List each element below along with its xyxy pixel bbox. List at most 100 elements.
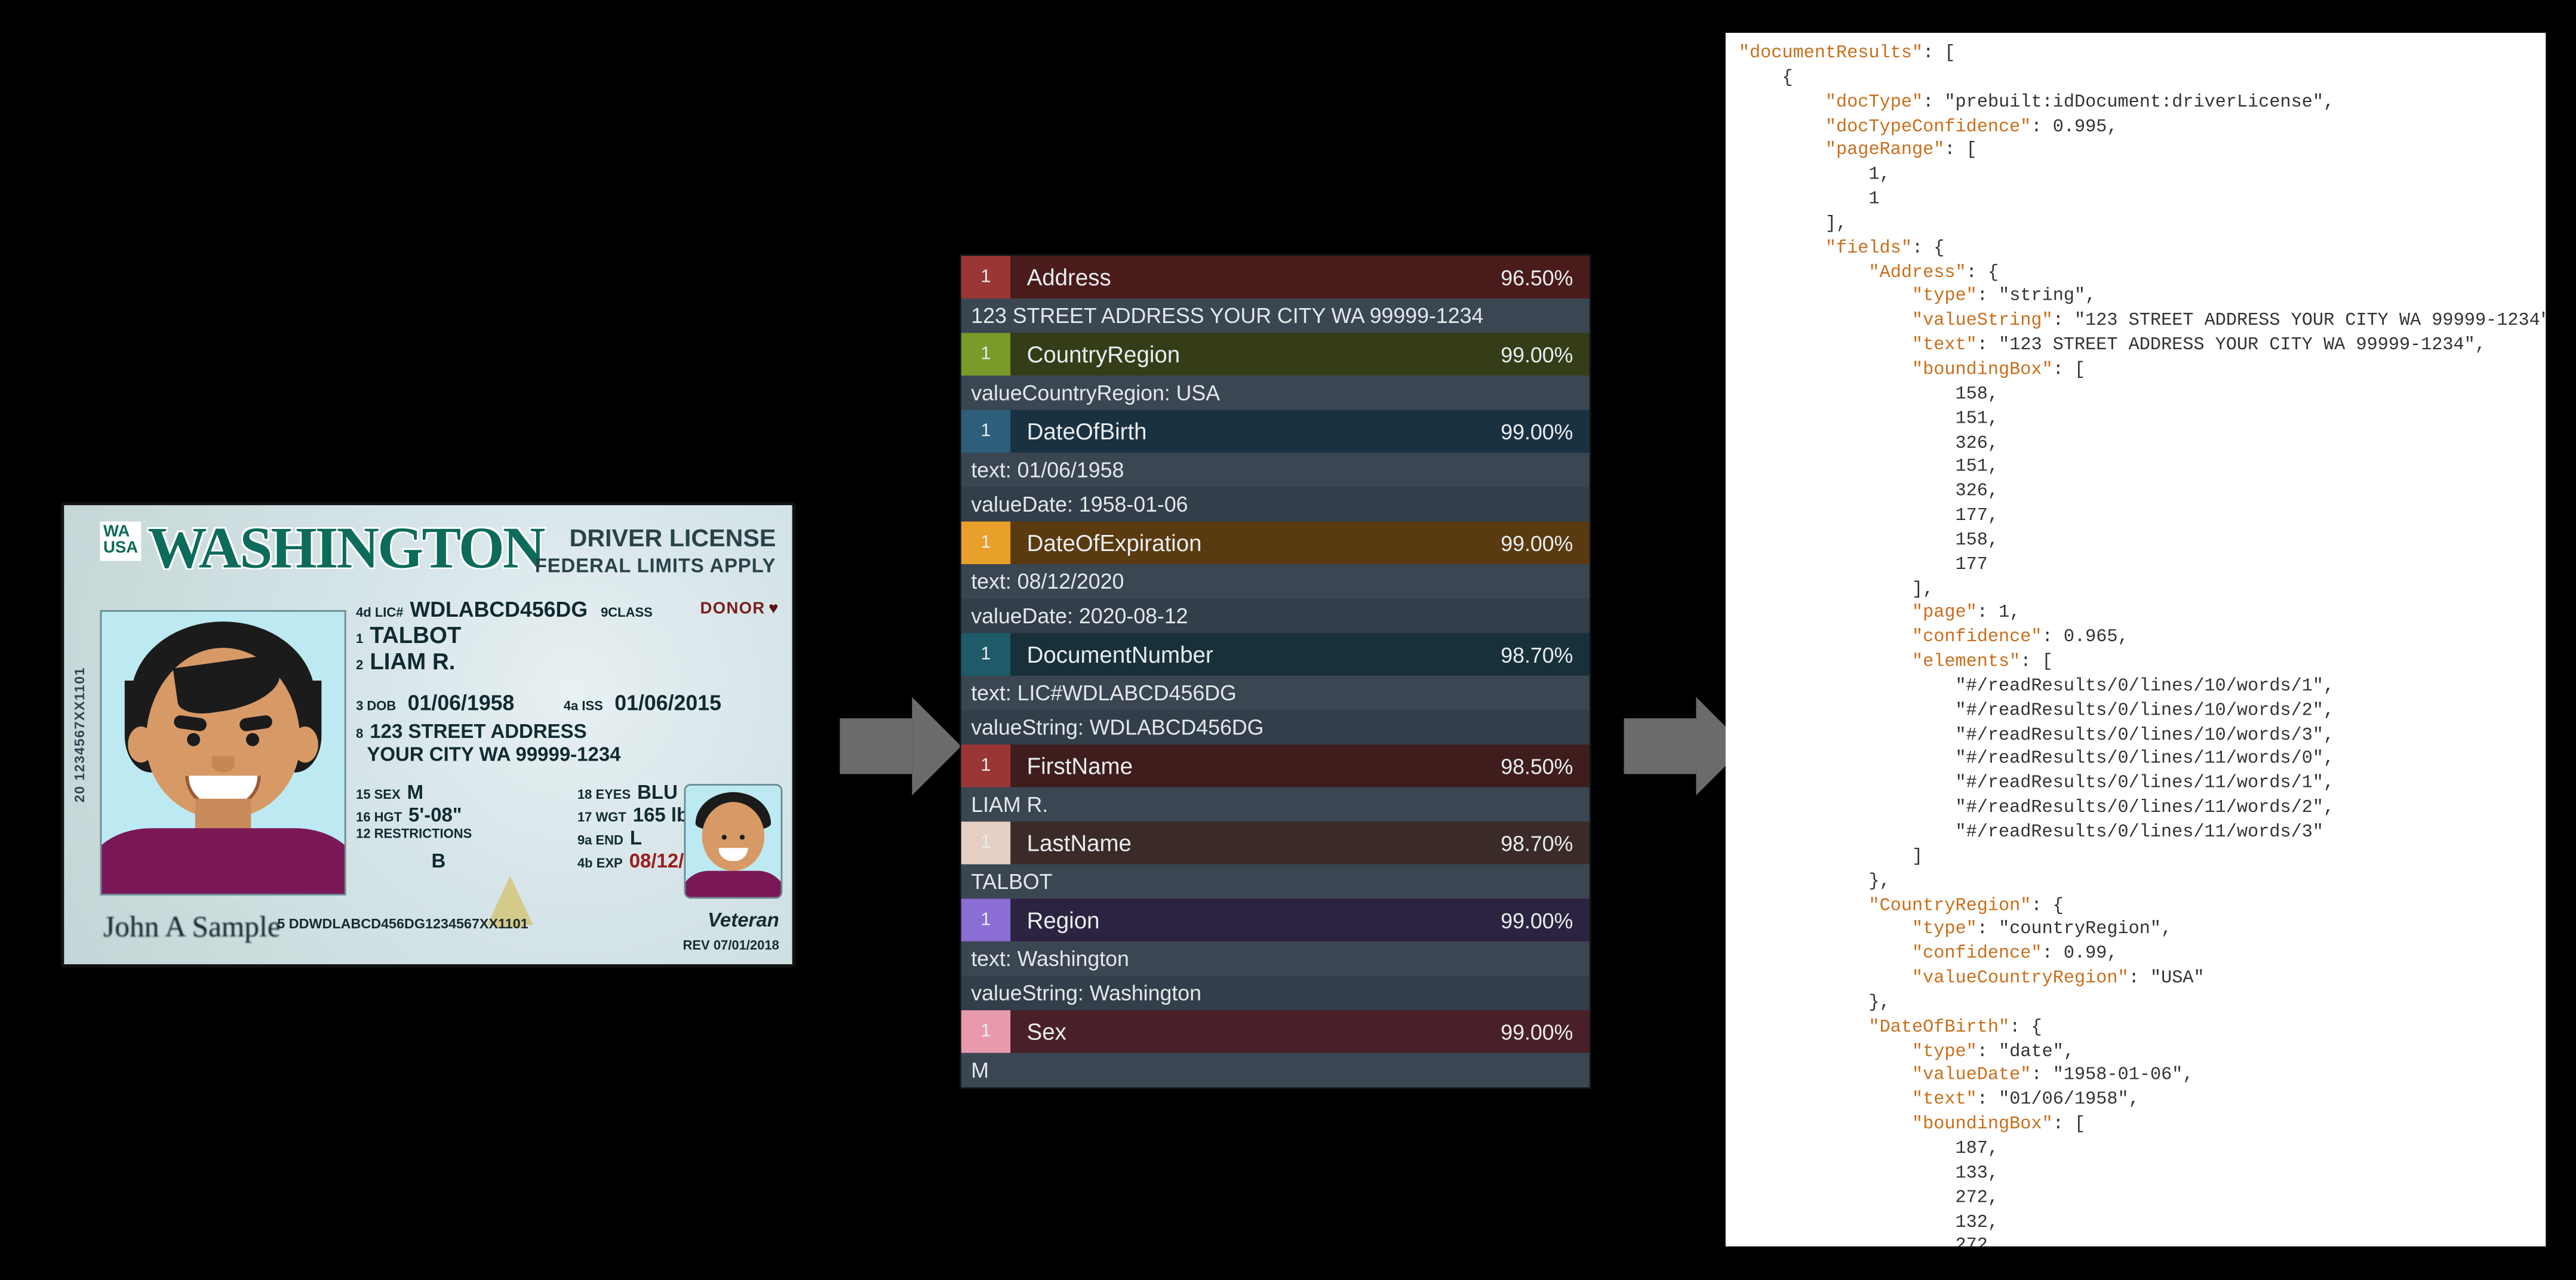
result-count-badge: 1: [961, 821, 1010, 864]
result-field-value: valueString: WDLABCD456DG: [961, 710, 1590, 744]
result-field: 1DateOfBirth99.00%text: 01/06/1958valueD…: [961, 410, 1590, 522]
result-field-name: DocumentNumber: [1010, 633, 1461, 675]
dl-lastname: TALBOT: [370, 621, 461, 648]
result-field-header[interactable]: 1DocumentNumber98.70%: [961, 633, 1590, 675]
result-confidence: 99.00%: [1462, 899, 1590, 941]
dl-state-name: WASHINGTON: [148, 522, 544, 575]
result-field-value: text: 01/06/1958: [961, 453, 1590, 487]
dl-doc-label: DRIVER LICENSE: [570, 525, 776, 553]
dl-rest-tag: 12 RESTRICTIONS: [356, 826, 472, 841]
result-field-value: TALBOT: [961, 864, 1590, 899]
dl-addr-tag: 8: [356, 727, 363, 741]
result-confidence: 98.50%: [1462, 744, 1590, 787]
result-field-header[interactable]: 1DateOfBirth99.00%: [961, 410, 1590, 453]
result-field-header[interactable]: 1CountryRegion99.00%: [961, 333, 1590, 376]
dl-dob-tag: 3 DOB: [356, 699, 396, 713]
dl-fed-limits: FEDERAL LIMITS APPLY: [535, 554, 776, 577]
arrow-right-icon: [840, 697, 961, 795]
dl-end-tag: 9a END: [577, 832, 623, 847]
json-output-panel: "documentResults": [ { "docType": "prebu…: [1726, 33, 2546, 1247]
driver-license-card: 20 1234567XX1101 WA USA WASHINGTON DRIVE…: [61, 502, 796, 968]
result-confidence: 98.70%: [1462, 633, 1590, 675]
dl-side-serial: 20 1234567XX1101: [64, 505, 93, 964]
dl-sex-tag: 15 SEX: [356, 786, 401, 801]
result-field-value: valueDate: 2020-08-12: [961, 599, 1590, 633]
result-field-value: text: 08/12/2020: [961, 564, 1590, 599]
result-field-value: valueString: Washington: [961, 976, 1590, 1010]
dl-photo: [100, 610, 346, 896]
dl-addr2: YOUR CITY WA 99999-1234: [367, 743, 620, 765]
dl-sex: M: [407, 780, 423, 802]
dl-exp-tag: 4b EXP: [577, 856, 623, 870]
dl-dob: 01/06/1958: [408, 690, 515, 715]
dl-veteran: Veteran: [708, 909, 779, 931]
result-field-value: valueCountryRegion: USA: [961, 376, 1590, 410]
result-field-value: M: [961, 1053, 1590, 1088]
result-field: 1FirstName98.50%LIAM R.: [961, 744, 1590, 821]
result-count-badge: 1: [961, 633, 1010, 675]
result-field: 1DocumentNumber98.70%text: LIC#WDLABCD45…: [961, 633, 1590, 744]
result-confidence: 96.50%: [1462, 256, 1590, 299]
result-field-header[interactable]: 1DateOfExpiration99.00%: [961, 522, 1590, 564]
dl-wgt: 165 lb: [633, 803, 688, 826]
dl-end: L: [630, 826, 642, 848]
result-confidence: 99.00%: [1462, 333, 1590, 376]
result-count-badge: 1: [961, 522, 1010, 564]
result-field: 1Address96.50%123 STREET ADDRESS YOUR CI…: [961, 256, 1590, 333]
dl-wgt-tag: 17 WGT: [577, 810, 626, 824]
result-confidence: 99.00%: [1462, 522, 1590, 564]
dl-iss: 01/06/2015: [614, 690, 721, 715]
dl-lic-tag: 4d LIC#: [356, 605, 403, 620]
dl-hgt: 5'-08": [408, 803, 462, 826]
result-field-value: 123 STREET ADDRESS YOUR CITY WA 99999-12…: [961, 299, 1590, 333]
result-field-value: valueDate: 1958-01-06: [961, 487, 1590, 522]
extraction-results-panel: 1Address96.50%123 STREET ADDRESS YOUR CI…: [960, 254, 1591, 1089]
result-field-name: Region: [1010, 899, 1461, 941]
result-field-header[interactable]: 1Region99.00%: [961, 899, 1590, 941]
result-field-name: FirstName: [1010, 744, 1461, 787]
dl-lic-value: WDLABCD456DG: [410, 597, 588, 621]
dl-firstname-tag: 2: [356, 658, 363, 673]
dl-rest: B: [431, 849, 445, 872]
result-field: 1CountryRegion99.00%valueCountryRegion: …: [961, 333, 1590, 410]
result-confidence: 99.00%: [1462, 410, 1590, 453]
result-field-name: CountryRegion: [1010, 333, 1461, 376]
result-confidence: 99.00%: [1462, 1010, 1590, 1053]
result-field-name: DateOfExpiration: [1010, 522, 1461, 564]
result-field: 1Region99.00%text: WashingtonvalueString…: [961, 899, 1590, 1010]
result-field-header[interactable]: 1Sex99.00%: [961, 1010, 1590, 1053]
result-field-header[interactable]: 1FirstName98.50%: [961, 744, 1590, 787]
dl-addr1: 123 STREET ADDRESS: [370, 720, 586, 743]
dl-address: 8 123 STREET ADDRESS YOUR CITY WA 99999-1…: [356, 722, 782, 767]
result-count-badge: 1: [961, 899, 1010, 941]
result-field-value: text: LIC#WDLABCD456DG: [961, 676, 1590, 710]
dl-signature: John A Sample: [103, 910, 281, 945]
dl-lastname-tag: 1: [356, 632, 363, 647]
result-field-name: LastName: [1010, 821, 1461, 864]
result-field: 1LastName98.70%TALBOT: [961, 821, 1590, 899]
result-field-name: Sex: [1010, 1010, 1461, 1053]
result-count-badge: 1: [961, 333, 1010, 376]
result-field-name: DateOfBirth: [1010, 410, 1461, 453]
result-field: 1DateOfExpiration99.00%text: 08/12/2020v…: [961, 522, 1590, 633]
result-field-header[interactable]: 1Address96.50%: [961, 256, 1590, 299]
result-field-header[interactable]: 1LastName98.70%: [961, 821, 1590, 864]
dl-donor: DONOR: [700, 600, 779, 618]
dl-dob-row: 3 DOB 01/06/1958 4a ISS 01/06/2015: [356, 690, 782, 715]
dl-hgt-tag: 16 HGT: [356, 810, 402, 824]
result-field-value: text: Washington: [961, 941, 1590, 976]
dl-eyes-tag: 18 EYES: [577, 786, 631, 801]
dl-wa-usa: WA USA: [100, 522, 142, 561]
dl-class: 9CLASS: [601, 605, 653, 620]
result-count-badge: 1: [961, 1010, 1010, 1053]
dl-dd: 5 DDWDLABCD456DG1234567XX1101: [277, 915, 528, 931]
result-count-badge: 1: [961, 256, 1010, 299]
result-count-badge: 1: [961, 410, 1010, 453]
result-confidence: 98.70%: [1462, 821, 1590, 864]
dl-eyes: BLU: [637, 780, 678, 802]
dl-ghost-photo: [684, 784, 782, 899]
dl-rev: REV 07/01/2018: [683, 938, 779, 953]
result-field-name: Address: [1010, 256, 1461, 299]
result-field: 1Sex99.00%M: [961, 1010, 1590, 1087]
dl-firstname: LIAM R.: [370, 648, 455, 674]
